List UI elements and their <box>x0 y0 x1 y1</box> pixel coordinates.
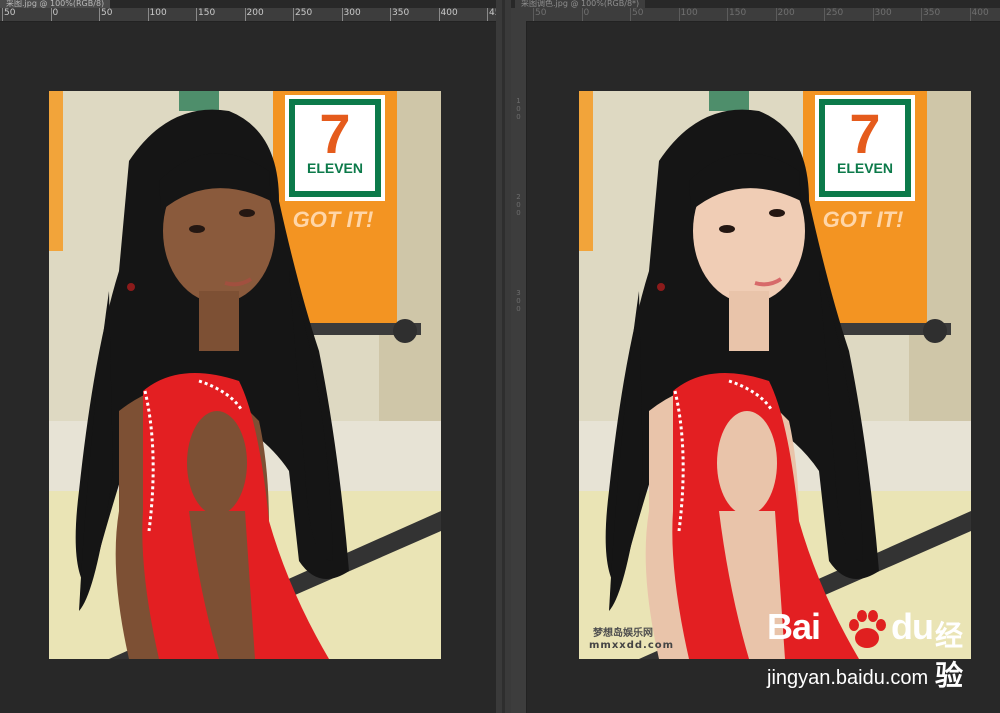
ruler-tick-label: 200 <box>244 8 264 21</box>
site-watermark-url: mmxxdd.com <box>589 640 675 651</box>
baidu-jingyan-url: jingyan.baidu.com <box>767 667 929 689</box>
vertical-ruler-label: 0 <box>516 201 521 209</box>
vertical-ruler-label: 0 <box>516 113 521 121</box>
ruler-tick-label: 450 <box>486 8 496 21</box>
retouched-photo: 7 ELEVEN GOT IT! 梦想岛娱乐网 mmxxdd.com <box>579 91 971 659</box>
vertical-ruler-label: 1 <box>516 97 521 105</box>
vertical-ruler-label: 3 <box>516 289 521 297</box>
vertical-ruler-label: 0 <box>516 209 521 217</box>
ruler-tick-label: 0 <box>50 8 59 21</box>
vertical-ruler-label: 2 <box>516 193 521 201</box>
baidu-word-left: Bai <box>767 606 821 647</box>
right-horizontal-ruler[interactable]: 50050100150200250300350400450 <box>511 8 1000 22</box>
seven-eleven-brand: ELEVEN <box>307 160 363 176</box>
baidu-jingyan-chinese: 经验 <box>935 619 964 692</box>
ruler-tick-label: 100 <box>678 8 698 21</box>
right-vertical-ruler[interactable]: 100200300 <box>511 21 527 713</box>
ruler-tick-label: 400 <box>969 8 989 21</box>
banner-slogan: GOT IT! <box>823 207 904 232</box>
ruler-tick-label: 150 <box>195 8 216 21</box>
ruler-tick-label: 250 <box>823 8 844 21</box>
ruler-tick-label: 300 <box>872 8 892 21</box>
seven-eleven-number: 7 <box>319 102 350 165</box>
ruler-tick-label: 50 <box>1 8 16 21</box>
ruler-tick-label: 300 <box>341 8 361 21</box>
seven-eleven-brand: ELEVEN <box>837 160 893 176</box>
banner-slogan: GOT IT! <box>293 207 374 232</box>
ruler-tick-label: 200 <box>775 8 795 21</box>
ruler-tick-label: 250 <box>292 8 313 21</box>
left-horizontal-ruler[interactable]: 50 0 50 100 150 200 250 300 350 400 450 <box>0 8 496 22</box>
ruler-tick-label: 150 <box>726 8 747 21</box>
left-document-window[interactable]: 采图.jpg @ 100%(RGB/8) 50 0 50 100 150 200 250 30… <box>0 0 496 713</box>
vertical-ruler-label: 0 <box>516 297 521 305</box>
ruler-tick-label: 350 <box>920 8 941 21</box>
ruler-tick-label: 100 <box>147 8 167 21</box>
divider-grip[interactable] <box>502 0 505 713</box>
ruler-tick-label: 50 <box>532 8 547 21</box>
vertical-ruler-label: 0 <box>516 305 521 313</box>
retouched-photo-graphic: 7 ELEVEN GOT IT! <box>579 91 971 659</box>
panel-divider[interactable] <box>496 0 511 713</box>
right-document-tab[interactable]: 采图调色.jpg @ 100%(RGB/8*) <box>515 0 646 8</box>
ruler-tick-label: 400 <box>438 8 458 21</box>
left-document-tab[interactable]: 采图.jpg @ 100%(RGB/8) <box>0 0 111 8</box>
baidu-word-right: du <box>891 606 934 647</box>
baidu-paw-icon <box>849 610 886 648</box>
ruler-tick-label: 0 <box>581 8 590 21</box>
baidu-jingyan-logo: Bai du 经验 <box>767 606 967 692</box>
ruler-tick-label: 50 <box>98 8 113 21</box>
vertical-ruler-label: 0 <box>516 105 521 113</box>
ruler-tick-label: 50 <box>629 8 644 21</box>
original-photo: 7 ELEVEN GOT IT! <box>49 91 441 659</box>
site-watermark-chinese: 梦想岛娱乐网 <box>593 628 653 639</box>
ruler-tick-label: 350 <box>389 8 410 21</box>
original-photo-graphic: 7 ELEVEN GOT IT! <box>49 91 441 659</box>
seven-eleven-number: 7 <box>849 102 880 165</box>
